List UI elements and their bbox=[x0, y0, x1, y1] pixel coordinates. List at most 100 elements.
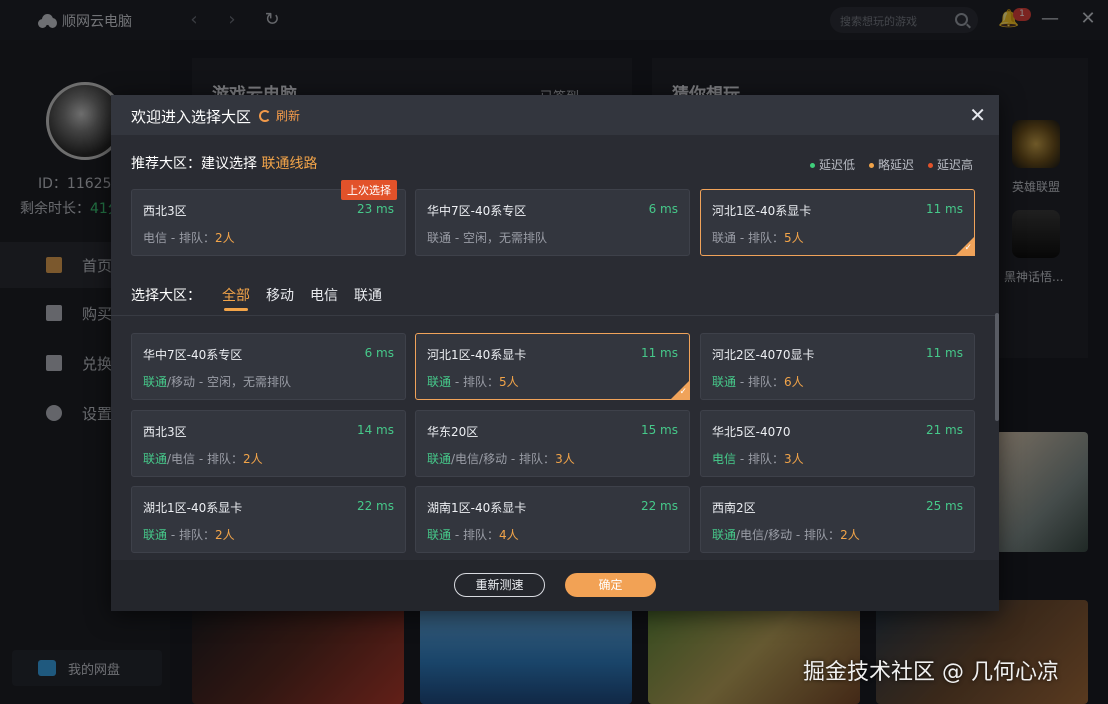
queue-count: 2人 bbox=[214, 528, 235, 542]
region-latency: 23 ms bbox=[356, 202, 394, 216]
legend-item-high: 延迟高 bbox=[927, 156, 973, 173]
region-network: 联通 bbox=[712, 528, 737, 542]
region-status-text: - 排队： bbox=[451, 375, 499, 389]
green-dot-icon bbox=[809, 163, 815, 168]
region-network: 电信 bbox=[712, 452, 737, 466]
region-latency: 15 ms bbox=[640, 423, 678, 437]
refresh-label: 刷新 bbox=[276, 109, 301, 123]
legend-item-low: 延迟低 bbox=[809, 156, 855, 173]
region-latency: 11 ms bbox=[640, 346, 678, 360]
dialog-header: 欢迎进入选择大区 刷新 ✕ bbox=[111, 95, 999, 135]
queue-count: 5人 bbox=[783, 231, 804, 245]
queue-count: 2人 bbox=[243, 452, 263, 466]
recommend-heading: 推荐大区：建议选择 联通线路 bbox=[131, 153, 317, 173]
queue-count: 3人 bbox=[555, 452, 575, 466]
region-network: 联通 bbox=[427, 231, 452, 245]
region-status-text: /电信/移动 - 排队： bbox=[451, 452, 556, 466]
region-card[interactable]: 湖北1区-40系显卡 22 ms 联通 - 排队：2人 bbox=[131, 486, 406, 553]
region-status: 电信 - 排队：2人 bbox=[143, 229, 235, 246]
region-status-text: - 空闲，无需排队 bbox=[451, 231, 547, 245]
region-network: 联通 bbox=[143, 528, 168, 542]
region-status-text: /电信 - 排队： bbox=[167, 452, 244, 466]
region-name: 华中7区-40系专区 bbox=[427, 204, 527, 218]
region-name: 西南2区 bbox=[712, 501, 756, 515]
recommended-region-card-selected[interactable]: 河北1区-40系显卡 11 ms 联通 - 排队：5人 ✓ bbox=[700, 189, 975, 256]
region-status: 联通 - 空闲，无需排队 bbox=[427, 229, 547, 246]
region-card[interactable]: 华东20区 15 ms 联通/电信/移动 - 排队：3人 bbox=[415, 410, 690, 477]
tab-mobile[interactable]: 移动 bbox=[266, 285, 294, 311]
region-card-selected[interactable]: 河北1区-40系显卡 11 ms 联通 - 排队：5人 ✓ bbox=[415, 333, 690, 400]
region-name: 西北3区 bbox=[143, 204, 187, 218]
region-card[interactable]: 华北5区-4070 21 ms 电信 - 排队：3人 bbox=[700, 410, 975, 477]
tab-telecom[interactable]: 电信 bbox=[310, 285, 338, 311]
region-status-text: /电信/移动 - 排队： bbox=[736, 528, 841, 542]
tab-unicom[interactable]: 联通 bbox=[354, 285, 382, 311]
region-card[interactable]: 河北2区-4070显卡 11 ms 联通 - 排队：6人 bbox=[700, 333, 975, 400]
region-status: 联通/移动 - 空闲，无需排队 bbox=[143, 373, 291, 390]
region-name: 西北3区 bbox=[143, 425, 187, 439]
region-card[interactable]: 西南2区 25 ms 联通/电信/移动 - 排队：2人 bbox=[700, 486, 975, 553]
legend-label: 延迟高 bbox=[936, 158, 973, 172]
region-name: 河北2区-4070显卡 bbox=[712, 348, 815, 362]
region-status: 联通 - 排队：2人 bbox=[143, 526, 235, 543]
region-latency: 21 ms bbox=[925, 423, 963, 437]
region-name: 华东20区 bbox=[427, 425, 479, 439]
region-card[interactable]: 湖南1区-40系显卡 22 ms 联通 - 排队：4人 bbox=[415, 486, 690, 553]
region-status: 联通/电信/移动 - 排队：2人 bbox=[712, 526, 860, 543]
region-latency: 11 ms bbox=[925, 346, 963, 360]
region-name: 湖南1区-40系显卡 bbox=[427, 501, 527, 515]
checkmark-icon: ✓ bbox=[964, 243, 972, 253]
retest-speed-button[interactable]: 重新测速 bbox=[454, 573, 545, 597]
close-icon[interactable]: ✕ bbox=[969, 103, 986, 127]
region-status: 联通 - 排队：5人 bbox=[427, 373, 519, 390]
queue-count: 3人 bbox=[783, 452, 804, 466]
region-name: 华中7区-40系专区 bbox=[143, 348, 243, 362]
region-network: 电信 bbox=[143, 231, 168, 245]
refresh-icon bbox=[259, 109, 271, 122]
orange-dot-icon bbox=[868, 163, 874, 168]
region-name: 湖北1区-40系显卡 bbox=[143, 501, 243, 515]
region-card[interactable]: 华中7区-40系专区 6 ms 联通/移动 - 空闲，无需排队 bbox=[131, 333, 406, 400]
region-status-text: /移动 - 空闲，无需排队 bbox=[167, 375, 292, 389]
region-select-dialog: 欢迎进入选择大区 刷新 ✕ 推荐大区：建议选择 联通线路 延迟低 略延迟 延迟高… bbox=[111, 95, 999, 611]
region-name: 河北1区-40系显卡 bbox=[427, 348, 527, 362]
region-latency: 22 ms bbox=[640, 499, 678, 513]
recommended-region-card[interactable]: 华中7区-40系专区 6 ms 联通 - 空闲，无需排队 bbox=[415, 189, 690, 256]
queue-count: 6人 bbox=[783, 375, 804, 389]
region-latency: 22 ms bbox=[356, 499, 394, 513]
dialog-footer: 重新测速 确定 bbox=[111, 560, 999, 611]
queue-count: 2人 bbox=[840, 528, 860, 542]
region-status-text: - 排队： bbox=[736, 231, 784, 245]
queue-count: 4人 bbox=[498, 528, 519, 542]
tab-all[interactable]: 全部 bbox=[222, 285, 250, 311]
region-network: 联通 bbox=[143, 452, 168, 466]
region-status-text: - 排队： bbox=[736, 375, 784, 389]
latency-legend: 延迟低 略延迟 延迟高 bbox=[809, 156, 973, 173]
region-latency: 6 ms bbox=[648, 202, 678, 216]
red-dot-icon bbox=[927, 163, 933, 168]
region-network: 联通 bbox=[427, 528, 452, 542]
confirm-button[interactable]: 确定 bbox=[565, 573, 656, 597]
legend-item-mid: 略延迟 bbox=[868, 156, 914, 173]
legend-label: 略延迟 bbox=[877, 158, 914, 172]
refresh-button[interactable]: 刷新 bbox=[259, 107, 300, 124]
region-card[interactable]: 西北3区 14 ms 联通/电信 - 排队：2人 bbox=[131, 410, 406, 477]
region-status-text: - 排队： bbox=[451, 528, 499, 542]
select-region-label: 选择大区： bbox=[131, 288, 201, 304]
last-selected-badge: 上次选择 bbox=[341, 180, 397, 200]
queue-count: 5人 bbox=[498, 375, 519, 389]
region-status: 联通/电信 - 排队：2人 bbox=[143, 450, 263, 467]
region-list-scrollbar[interactable] bbox=[995, 313, 999, 421]
recommend-prefix: 推荐大区：建议选择 bbox=[131, 156, 257, 172]
region-latency: 14 ms bbox=[356, 423, 394, 437]
region-latency: 25 ms bbox=[925, 499, 963, 513]
region-latency: 6 ms bbox=[364, 346, 394, 360]
queue-count: 2人 bbox=[214, 231, 235, 245]
region-network: 联通 bbox=[427, 452, 452, 466]
region-latency: 11 ms bbox=[925, 202, 963, 216]
region-name: 河北1区-40系显卡 bbox=[712, 204, 812, 218]
recommended-region-card[interactable]: 上次选择 西北3区 23 ms 电信 - 排队：2人 bbox=[131, 180, 406, 256]
region-name: 华北5区-4070 bbox=[712, 425, 791, 439]
region-status-text: - 排队： bbox=[167, 528, 215, 542]
region-status-text: - 排队： bbox=[167, 231, 215, 245]
